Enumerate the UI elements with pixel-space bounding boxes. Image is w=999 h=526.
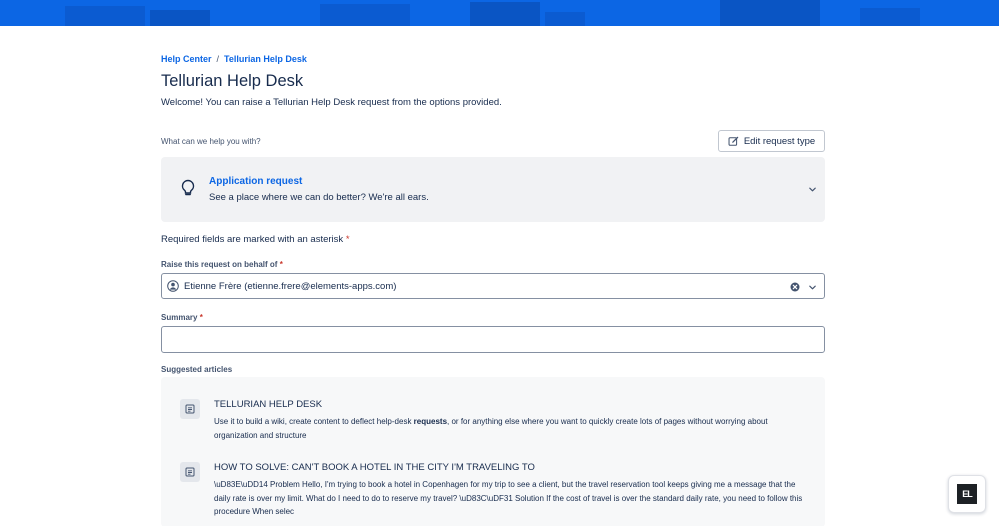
summary-label-text: Summary bbox=[161, 313, 198, 322]
document-icon bbox=[180, 399, 200, 419]
welcome-text: Welcome! You can raise a Tellurian Help … bbox=[161, 97, 502, 108]
breadcrumb-current[interactable]: Tellurian Help Desk bbox=[224, 54, 307, 64]
edit-request-type-button[interactable]: Edit request type bbox=[718, 130, 825, 152]
breadcrumb-help-center[interactable]: Help Center bbox=[161, 54, 212, 64]
required-fields-note: Required fields are marked with an aster… bbox=[161, 234, 350, 245]
skyline-decoration bbox=[0, 0, 999, 26]
breadcrumb: Help Center / Tellurian Help Desk bbox=[161, 54, 307, 64]
article-excerpt-part: Use it to build a wiki, create content t… bbox=[214, 417, 414, 426]
suggested-articles-label: Suggested articles bbox=[161, 365, 233, 374]
elements-logo-icon: EL bbox=[957, 484, 977, 504]
elements-app-button[interactable]: EL bbox=[948, 475, 986, 513]
behalf-field-label: Raise this request on behalf of * bbox=[161, 260, 283, 269]
article-excerpt: Use it to build a wiki, create content t… bbox=[214, 415, 804, 442]
clear-selection-icon[interactable] bbox=[790, 282, 800, 292]
behalf-select-value: Etienne Frère (etienne.frere@elements-ap… bbox=[184, 280, 397, 292]
behalf-label-text: Raise this request on behalf of bbox=[161, 260, 278, 269]
edit-request-type-label: Edit request type bbox=[743, 135, 816, 147]
summary-required-asterisk: * bbox=[199, 313, 203, 322]
user-avatar-icon bbox=[167, 280, 179, 292]
document-icon bbox=[180, 462, 200, 482]
article-excerpt: \uD83E\uDD14 Problem Hello, I'm trying t… bbox=[214, 480, 803, 516]
request-type-label: What can we help you with? bbox=[161, 137, 261, 146]
required-asterisk: * bbox=[345, 234, 350, 245]
lightbulb-icon bbox=[181, 179, 195, 196]
article-title: TELLURIAN HELP DESK bbox=[214, 399, 323, 410]
breadcrumb-separator: / bbox=[216, 54, 220, 64]
summary-field-label: Summary * bbox=[161, 313, 203, 322]
behalf-required-asterisk: * bbox=[279, 260, 283, 269]
request-type-description: See a place where we can do better? We'r… bbox=[209, 192, 429, 203]
request-type-card[interactable]: Application request See a place where we… bbox=[161, 157, 825, 222]
behalf-select[interactable]: Etienne Frère (etienne.frere@elements-ap… bbox=[161, 273, 825, 299]
chevron-down-icon[interactable] bbox=[808, 185, 817, 194]
summary-input[interactable] bbox=[161, 326, 825, 353]
chevron-down-icon[interactable] bbox=[808, 283, 817, 292]
page-title: Tellurian Help Desk bbox=[161, 72, 304, 90]
suggested-articles-list: TELLURIAN HELP DESK Use it to build a wi… bbox=[161, 377, 825, 526]
edit-icon bbox=[728, 136, 739, 146]
header-banner bbox=[0, 0, 999, 26]
article-title: HOW TO SOLVE: CAN'T BOOK A HOTEL IN THE … bbox=[214, 462, 535, 473]
request-type-title: Application request bbox=[209, 176, 303, 187]
required-note-text: Required fields are marked with an aster… bbox=[161, 234, 344, 245]
article-excerpt-highlight: requests bbox=[413, 417, 448, 426]
